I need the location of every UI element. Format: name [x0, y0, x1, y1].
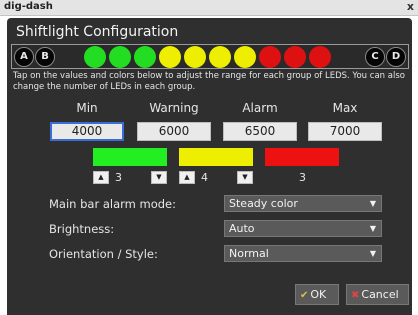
title-bar: dig-dash x [0, 0, 418, 16]
green-color-swatch[interactable] [93, 148, 167, 166]
window-title: dig-dash [4, 1, 53, 12]
led-group-d-button[interactable]: D [386, 47, 406, 67]
brightness-value: Auto [229, 222, 255, 235]
led-4 [159, 46, 181, 68]
led-bar-preview: A B C D [11, 44, 409, 69]
alarm-mode-value: Steady color [229, 197, 298, 210]
min-value-field[interactable]: 4000 [50, 122, 124, 141]
warning-label: Warning [149, 101, 199, 115]
led-6 [209, 46, 231, 68]
led-7 [234, 46, 256, 68]
max-label: Max [332, 101, 358, 115]
instructions-text: Tap on the values and colors below to ad… [13, 71, 405, 92]
max-value-field[interactable]: 7000 [308, 122, 382, 141]
led-3 [134, 46, 156, 68]
min-label: Min [76, 101, 98, 115]
alarm-mode-select[interactable]: Steady color ▼ [224, 195, 382, 212]
led-9 [284, 46, 306, 68]
cross-icon: ✖ [351, 290, 360, 301]
green-count-up-icon[interactable]: ▲ [93, 171, 109, 184]
alarm-label: Alarm [242, 101, 278, 115]
yellow-count-value: 4 [201, 171, 208, 184]
yellow-color-swatch[interactable] [179, 148, 253, 166]
led-2 [109, 46, 131, 68]
yellow-count-down-icon[interactable]: ▼ [237, 171, 253, 184]
green-count-down-icon[interactable]: ▼ [151, 171, 167, 184]
alarm-mode-label: Main bar alarm mode: [49, 197, 176, 211]
led-group-b-button[interactable]: B [35, 47, 55, 67]
orientation-select[interactable]: Normal ▼ [224, 245, 382, 262]
led-5 [184, 46, 206, 68]
ok-button[interactable]: ✔ OK [295, 284, 339, 305]
dialog-window: dig-dash x Shiftlight Configuration A B … [0, 0, 418, 315]
led-10 [309, 46, 331, 68]
config-panel: Shiftlight Configuration A B C D Tap on … [7, 18, 412, 315]
led-8 [259, 46, 281, 68]
led-1 [84, 46, 106, 68]
led-group-c-button[interactable]: C [365, 47, 385, 67]
cancel-button[interactable]: ✖ Cancel [346, 284, 409, 305]
close-icon[interactable]: x [407, 0, 414, 13]
checkmark-icon: ✔ [300, 290, 309, 301]
alarm-value-field[interactable]: 6500 [223, 122, 297, 141]
ok-label: OK [310, 288, 327, 301]
red-count-value: 3 [299, 171, 306, 184]
led-group-a-button[interactable]: A [14, 47, 34, 67]
brightness-label: Brightness: [49, 222, 115, 236]
page-title: Shiftlight Configuration [16, 24, 179, 40]
yellow-count-up-icon[interactable]: ▲ [179, 171, 195, 184]
green-count-value: 3 [115, 171, 122, 184]
orientation-label: Orientation / Style: [49, 247, 158, 261]
brightness-select[interactable]: Auto ▼ [224, 220, 382, 237]
chevron-down-icon: ▼ [369, 249, 376, 258]
chevron-down-icon: ▼ [369, 199, 376, 208]
warning-value-field[interactable]: 6000 [137, 122, 211, 141]
cancel-label: Cancel [361, 288, 399, 301]
chevron-down-icon: ▼ [369, 224, 376, 233]
orientation-value: Normal [229, 247, 269, 260]
red-color-swatch[interactable] [265, 148, 339, 166]
